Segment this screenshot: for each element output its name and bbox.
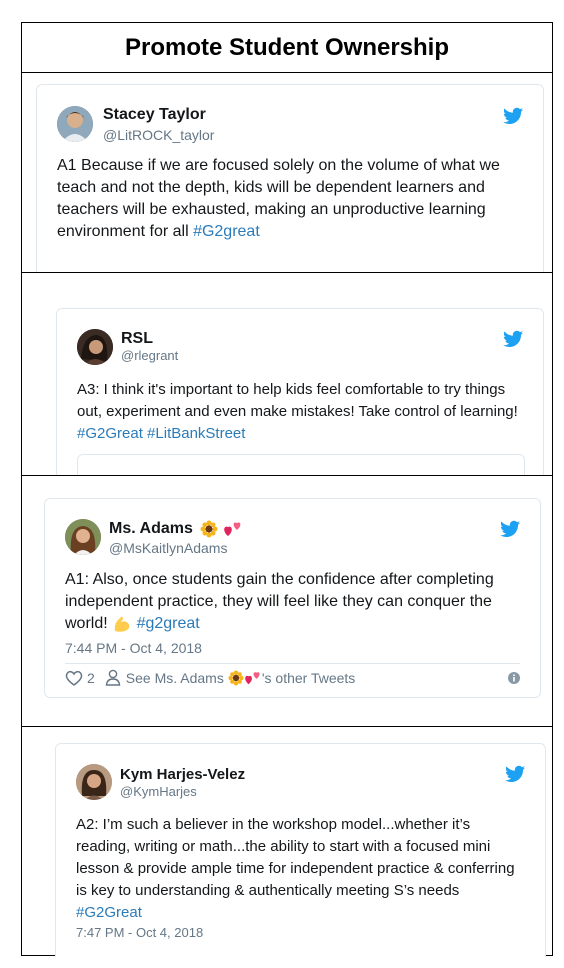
avatar[interactable] <box>76 764 112 800</box>
tweet-text: A1: Also, once students gain the confide… <box>65 569 520 635</box>
author-handle[interactable]: @MsKaitlynAdams <box>109 540 227 556</box>
tweet-section-2: RSL @rlegrant A3: I think it's important… <box>22 273 552 476</box>
heart-icon <box>65 670 83 686</box>
twitter-bird-icon[interactable] <box>503 330 523 348</box>
author-handle[interactable]: @KymHarjes <box>120 784 197 799</box>
author-name-text: Ms. Adams <box>109 520 193 538</box>
see-other-suffix: 's other Tweets <box>261 669 356 686</box>
sunflower-icon <box>228 669 244 686</box>
tweet-body: A3: I think it's important to help kids … <box>77 381 518 420</box>
divider <box>65 663 520 664</box>
tweet-body: A1 Because if we are focused solely on t… <box>57 157 500 240</box>
info-icon[interactable] <box>508 672 520 684</box>
twitter-bird-icon[interactable] <box>503 107 523 125</box>
two-hearts-icon <box>245 671 260 684</box>
title-bar: Promote Student Ownership <box>22 23 552 73</box>
flexed-biceps-icon <box>114 616 130 632</box>
see-other-tweets-link[interactable]: See Ms. Adams 's other Tweets <box>105 669 356 686</box>
see-other-prefix: See Ms. Adams <box>125 669 224 686</box>
hashtag-link[interactable]: #LitBankStreet <box>147 425 245 442</box>
tweet-text: A2: I’m such a believer in the workshop … <box>76 814 526 924</box>
avatar[interactable] <box>57 106 93 142</box>
hashtag-link[interactable]: #G2Great <box>76 904 142 921</box>
like-button[interactable]: 2 <box>65 670 95 686</box>
avatar[interactable] <box>77 329 113 365</box>
tweet-body: A2: I’m such a believer in the workshop … <box>76 816 515 899</box>
two-hearts-icon <box>223 522 241 536</box>
sunflower-icon <box>200 520 218 538</box>
hashtag-link[interactable]: #g2great <box>137 615 200 632</box>
hashtag-link[interactable]: #G2Great <box>77 425 143 442</box>
author-name[interactable]: Kym Harjes-Velez <box>120 766 245 783</box>
author-handle[interactable]: @LitROCK_taylor <box>103 127 214 143</box>
embedded-card-edge <box>77 454 525 475</box>
tweet-text: A3: I think it's important to help kids … <box>77 379 527 445</box>
tweet-section-1: Stacey Taylor @LitROCK_taylor A1 Because… <box>22 73 552 273</box>
tweet-card[interactable]: RSL @rlegrant A3: I think it's important… <box>56 308 544 475</box>
tweet-card[interactable]: Stacey Taylor @LitROCK_taylor A1 Because… <box>36 84 544 272</box>
like-count: 2 <box>87 669 95 686</box>
author-name[interactable]: Ms. Adams <box>109 520 243 538</box>
page-title: Promote Student Ownership <box>124 33 450 61</box>
tweet-timestamp[interactable]: 7:47 PM - Oct 4, 2018 <box>76 925 203 940</box>
tweet-actions: 2 See Ms. Adams 's other Tweets <box>65 669 355 686</box>
author-name[interactable]: Stacey Taylor <box>103 106 206 124</box>
tweet-card[interactable]: Ms. Adams @MsKaitlynAdams A1: Also, once… <box>44 498 541 698</box>
tweet-section-3: Ms. Adams @MsKaitlynAdams A1: Also, once… <box>22 476 552 727</box>
tweet-section-4: Kym Harjes-Velez @KymHarjes A2: I’m such… <box>22 727 552 957</box>
twitter-bird-icon[interactable] <box>505 765 525 783</box>
tweet-timestamp[interactable]: 7:44 PM - Oct 4, 2018 <box>65 640 202 656</box>
person-icon <box>105 669 121 686</box>
author-name[interactable]: RSL <box>121 330 153 348</box>
tweet-text: A1 Because if we are focused solely on t… <box>57 155 523 243</box>
page-frame: Promote Student Ownership Stacey Taylor … <box>21 22 553 957</box>
tweet-card[interactable]: Kym Harjes-Velez @KymHarjes A2: I’m such… <box>55 743 546 957</box>
twitter-bird-icon[interactable] <box>500 520 520 538</box>
author-handle[interactable]: @rlegrant <box>121 348 178 363</box>
avatar[interactable] <box>65 519 101 555</box>
hashtag-link[interactable]: #G2great <box>193 223 260 240</box>
